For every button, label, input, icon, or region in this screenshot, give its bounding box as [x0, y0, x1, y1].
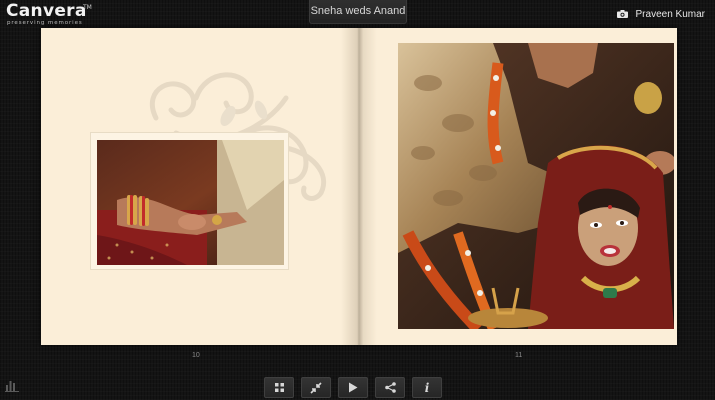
bottom-toolbar: i [264, 377, 450, 400]
share-icon [384, 382, 396, 393]
photo-frame [90, 132, 289, 270]
page-number-left: 10 [192, 352, 200, 359]
canvera-logo[interactable]: Canvera TM preserving memories [6, 3, 96, 29]
info-button[interactable]: i [412, 377, 442, 398]
photo-album-spread[interactable] [41, 28, 677, 345]
slideshow-button[interactable] [338, 377, 368, 398]
logo-tagline: preserving memories [7, 20, 83, 26]
album-page-left[interactable] [41, 28, 359, 345]
thumbnails-button[interactable] [264, 377, 294, 398]
user-menu[interactable]: Praveen Kumar [616, 7, 705, 21]
share-button[interactable] [375, 377, 405, 398]
album-page-right[interactable] [359, 28, 677, 345]
bride-veil-ceremony-photo[interactable] [398, 43, 674, 329]
page-number-right: 11 [515, 352, 523, 359]
camera-icon [616, 10, 628, 18]
stats-icon[interactable] [5, 378, 19, 392]
logo-trademark: TM [83, 4, 92, 11]
exit-fullscreen-button[interactable] [301, 377, 331, 398]
info-icon: i [424, 380, 430, 395]
play-icon [349, 382, 358, 393]
bride-hands-with-bangles-photo[interactable] [97, 140, 284, 265]
grid-icon [274, 383, 284, 392]
collapse-arrows-icon [310, 381, 322, 394]
user-name: Praveen Kumar [635, 8, 705, 20]
album-title: Sneha weds Anand [309, 0, 407, 24]
